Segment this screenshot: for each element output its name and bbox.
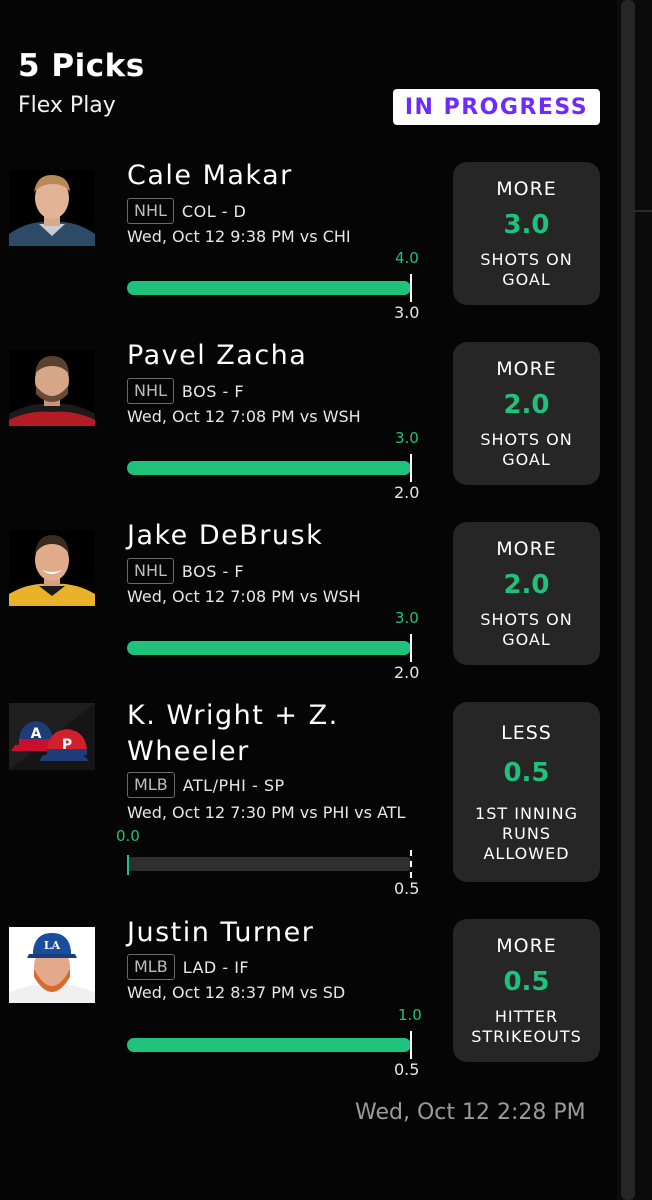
line-value: 2.0 [503, 570, 550, 600]
divider [632, 210, 652, 212]
pick-card[interactable]: Jake DeBrusk NHL BOS - F Wed, Oct 12 7:0… [0, 520, 617, 682]
progress-fill [127, 281, 411, 295]
player-name: Justin Turner [127, 917, 315, 948]
progress-fill [127, 641, 411, 655]
league-badge: MLB [127, 772, 175, 798]
game-time: Wed, Oct 12 7:08 PM vs WSH [127, 407, 361, 426]
direction-label: LESS [501, 722, 552, 744]
stat-type: HITTER STRIKEOUTS [471, 1007, 582, 1046]
cap-letter-a: A [31, 726, 42, 742]
target-value: 2.0 [394, 483, 420, 502]
projection-card[interactable]: MORE 3.0 SHOTS ON GOAL [453, 162, 600, 305]
cap-letter-p: P [62, 737, 72, 753]
line-value: 0.5 [503, 967, 550, 997]
target-value: 2.0 [394, 663, 420, 682]
target-marker [410, 274, 412, 302]
timestamp: Wed, Oct 12 2:28 PM [355, 1100, 586, 1125]
target-marker [410, 1031, 412, 1059]
league-row: NHL BOS - F [127, 558, 244, 584]
projection-card[interactable]: MORE 0.5 HITTER STRIKEOUTS [453, 919, 600, 1062]
projection-card[interactable]: MORE 2.0 SHOTS ON GOAL [453, 522, 600, 665]
player-name: K. Wright + Z. Wheeler [127, 700, 339, 767]
team-position: BOS - F [181, 561, 245, 581]
target-marker [410, 850, 412, 878]
stat-type: SHOTS ON GOAL [480, 430, 573, 469]
game-time: Wed, Oct 12 7:30 PM vs PHI vs ATL [127, 803, 406, 822]
progress-bar [127, 461, 411, 475]
league-badge: NHL [127, 558, 174, 584]
player-avatar [9, 530, 95, 606]
player-name: Jake DeBrusk [127, 520, 324, 551]
league-badge: NHL [127, 198, 174, 224]
progress-fill [127, 461, 411, 475]
pick-card[interactable]: A P K. Wright + Z. Wheeler MLB ATL/PHI -… [0, 700, 617, 900]
game-time: Wed, Oct 12 9:38 PM vs CHI [127, 227, 351, 246]
progress-bar [127, 281, 411, 295]
player-avatar [9, 350, 95, 426]
target-value: 3.0 [394, 303, 420, 322]
league-row: MLB ATL/PHI - SP [127, 772, 285, 798]
stat-type: SHOTS ON GOAL [480, 610, 573, 649]
target-marker [410, 634, 412, 662]
stat-type: SHOTS ON GOAL [480, 250, 573, 289]
play-type: Flex Play [18, 93, 116, 118]
actual-value: 1.0 [398, 1006, 422, 1024]
direction-label: MORE [496, 178, 557, 200]
actual-value: 3.0 [395, 429, 419, 447]
cap-logo: LA [44, 939, 61, 952]
page-title: 5 Picks [18, 48, 145, 84]
stat-type: 1ST INNING RUNS ALLOWED [475, 804, 578, 863]
league-badge: NHL [127, 378, 174, 404]
progress-fill [127, 1038, 411, 1052]
team-caps-icon: A P [9, 703, 95, 770]
team-position: LAD - IF [182, 957, 250, 977]
line-value: 0.5 [503, 758, 550, 788]
team-position: ATL/PHI - SP [182, 775, 285, 795]
league-badge: MLB [127, 954, 175, 980]
team-position: BOS - F [181, 381, 245, 401]
league-row: NHL COL - D [127, 198, 246, 224]
player-name: Cale Makar [127, 160, 293, 191]
target-marker [410, 454, 412, 482]
pick-card[interactable]: Pavel Zacha NHL BOS - F Wed, Oct 12 7:08… [0, 340, 617, 502]
projection-card[interactable]: LESS 0.5 1ST INNING RUNS ALLOWED [453, 702, 600, 882]
target-value: 0.5 [394, 879, 420, 898]
progress-bar [127, 641, 411, 655]
pick-card[interactable]: LA Justin Turner MLB LAD - IF Wed, Oct 1… [0, 917, 617, 1082]
progress-bar [127, 857, 411, 871]
player-avatar [9, 170, 95, 246]
line-value: 3.0 [503, 210, 550, 240]
current-marker [127, 855, 129, 875]
pick-card[interactable]: Cale Makar NHL COL - D Wed, Oct 12 9:38 … [0, 160, 617, 322]
progress-bar [127, 1038, 411, 1052]
game-time: Wed, Oct 12 8:37 PM vs SD [127, 983, 346, 1002]
game-time: Wed, Oct 12 7:08 PM vs WSH [127, 587, 361, 606]
direction-label: MORE [496, 538, 557, 560]
league-row: MLB LAD - IF [127, 954, 249, 980]
direction-label: MORE [496, 935, 557, 957]
line-value: 2.0 [503, 390, 550, 420]
league-row: NHL BOS - F [127, 378, 244, 404]
target-value: 0.5 [394, 1060, 420, 1079]
actual-value: 0.0 [116, 827, 140, 845]
team-position: COL - D [181, 201, 247, 221]
status-badge: IN PROGRESS [393, 89, 600, 125]
projection-card[interactable]: MORE 2.0 SHOTS ON GOAL [453, 342, 600, 485]
player-avatar: LA [9, 927, 95, 1003]
player-name: Pavel Zacha [127, 340, 308, 371]
direction-label: MORE [496, 358, 557, 380]
actual-value: 4.0 [395, 249, 419, 267]
actual-value: 3.0 [395, 609, 419, 627]
scrollbar[interactable] [621, 0, 635, 1200]
